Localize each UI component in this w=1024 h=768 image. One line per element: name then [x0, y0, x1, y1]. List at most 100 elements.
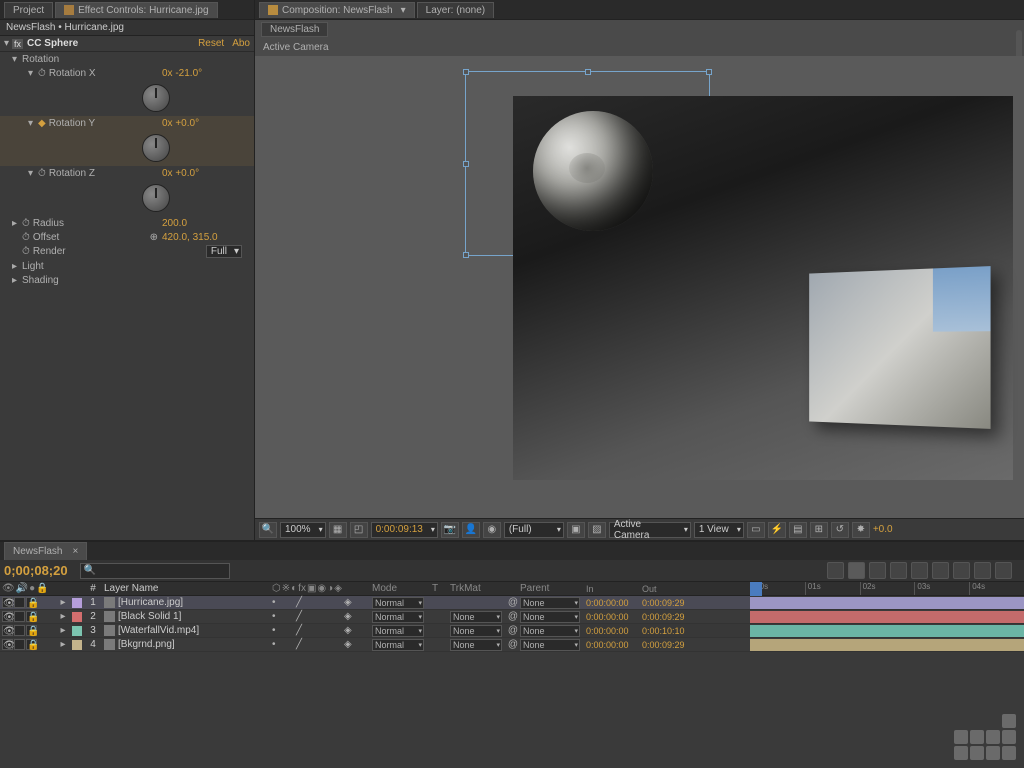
out-time[interactable]: 0:00:09:29 — [642, 598, 698, 608]
project-tab[interactable]: Project — [4, 2, 53, 18]
stopwatch-icon[interactable]: ⏱ — [22, 232, 30, 243]
camera-dropdown[interactable]: Active Camera — [609, 522, 691, 538]
lock-icon[interactable]: 🔒 — [36, 583, 48, 594]
trkmat-header[interactable]: TrkMat — [450, 583, 506, 594]
trkmat-dropdown[interactable]: None — [450, 639, 502, 651]
chevron-right-icon[interactable]: ▸ — [12, 218, 22, 229]
layer-color-swatch[interactable] — [72, 598, 82, 608]
solo-toggle[interactable] — [14, 611, 25, 622]
visibility-toggle[interactable]: 👁 — [2, 625, 13, 636]
lock-toggle[interactable]: 🔒 — [26, 597, 37, 608]
blend-mode-dropdown[interactable]: Normal — [372, 611, 424, 623]
composition-tab[interactable]: Composition: NewsFlash▾ — [259, 2, 415, 18]
pickwhip-icon[interactable]: @ — [506, 597, 520, 608]
graph-editor-icon[interactable] — [974, 562, 991, 579]
eye-icon[interactable]: 👁 — [2, 583, 15, 594]
layer-row[interactable]: 👁🔒▸4[Bkgrnd.png]•╱◈NormalNone@None0:00:0… — [0, 638, 750, 652]
in-time[interactable]: 0:00:00:00 — [586, 626, 642, 636]
resize-handle[interactable] — [463, 252, 469, 258]
disclosure-icon[interactable]: ▾ — [4, 38, 9, 49]
solo-toggle[interactable] — [14, 639, 25, 650]
layer-name-label[interactable]: [Bkgrnd.png] — [118, 639, 175, 650]
layer-row[interactable]: 👁🔒▸3[WaterfallVid.mp4]•╱◈NormalNone@None… — [0, 624, 750, 638]
blend-mode-dropdown[interactable]: Normal — [372, 625, 424, 637]
layer-tab[interactable]: Layer: (none) — [417, 2, 494, 18]
comp-mini-flowchart-icon[interactable] — [827, 562, 844, 579]
layer-color-swatch[interactable] — [72, 626, 82, 636]
effect-header[interactable]: ▾ fx CC Sphere Reset Abo — [0, 36, 254, 52]
layer-name-label[interactable]: [Black Solid 1] — [118, 611, 181, 622]
search-input[interactable]: 🔍 — [80, 563, 230, 579]
rotation-z-value[interactable]: 0x +0.0° — [162, 168, 242, 179]
fast-preview-icon[interactable]: ⚡ — [768, 522, 786, 538]
in-header[interactable]: In — [586, 584, 642, 594]
snapshot-icon[interactable]: 📷 — [441, 522, 459, 538]
visibility-toggle[interactable]: 👁 — [2, 597, 13, 608]
zoom-dropdown[interactable]: 100% — [280, 522, 326, 538]
reset-button[interactable]: Reset — [198, 38, 224, 49]
solo-icon[interactable]: ● — [29, 583, 35, 594]
chevron-down-icon[interactable]: ▾ — [28, 168, 38, 179]
waterfall-layer[interactable] — [809, 266, 990, 429]
in-time[interactable]: 0:00:00:00 — [586, 640, 642, 650]
hide-shy-icon[interactable] — [869, 562, 886, 579]
dropdown-icon[interactable]: ▾ — [401, 5, 406, 16]
fx-badge-icon[interactable]: fx — [12, 39, 23, 49]
layer-bar[interactable] — [750, 597, 1024, 609]
stopwatch-icon[interactable]: ⏱ — [38, 168, 46, 179]
track-row[interactable] — [750, 596, 1024, 610]
rotation-group[interactable]: ▾Rotation — [0, 52, 254, 66]
blend-mode-dropdown[interactable]: Normal — [372, 639, 424, 651]
offset-value[interactable]: 420.0, 315.0 — [162, 232, 242, 243]
visibility-toggle[interactable]: 👁 — [2, 639, 13, 650]
layer-bar[interactable] — [750, 625, 1024, 637]
radius-value[interactable]: 200.0 — [162, 218, 242, 229]
exposure-icon[interactable]: ✸ — [852, 522, 870, 538]
solo-toggle[interactable] — [14, 625, 25, 636]
timeline-tab[interactable]: NewsFlash× — [4, 542, 87, 560]
expand-layer[interactable]: ▸ — [56, 597, 70, 608]
parent-dropdown[interactable]: None — [520, 597, 580, 609]
motion-blur-icon[interactable] — [911, 562, 928, 579]
parent-dropdown[interactable]: None — [520, 625, 580, 637]
resize-handle[interactable] — [585, 69, 591, 75]
solo-toggle[interactable] — [14, 597, 25, 608]
timeline-icon[interactable]: ▤ — [789, 522, 807, 538]
resize-handle[interactable] — [706, 69, 712, 75]
chevron-right-icon[interactable]: ▸ — [12, 261, 22, 272]
resolution-dropdown[interactable]: (Full) — [504, 522, 564, 538]
layer-color-swatch[interactable] — [72, 640, 82, 650]
roi-icon[interactable]: ▣ — [567, 522, 585, 538]
stopwatch-icon[interactable]: ⏱ — [22, 246, 30, 257]
expand-layer[interactable]: ▸ — [56, 611, 70, 622]
blend-mode-dropdown[interactable]: Normal — [372, 597, 424, 609]
comp-sub-tab[interactable]: NewsFlash — [261, 22, 328, 37]
layer-bar[interactable] — [750, 611, 1024, 623]
shading-group[interactable]: ▸Shading — [0, 273, 254, 287]
rotation-x-value[interactable]: 0x -21.0° — [162, 68, 242, 79]
out-time[interactable]: 0:00:09:29 — [642, 640, 698, 650]
parent-dropdown[interactable]: None — [520, 611, 580, 623]
layer-color-swatch[interactable] — [72, 612, 82, 622]
track-row[interactable] — [750, 610, 1024, 624]
audio-icon[interactable]: 🔊 — [16, 583, 28, 594]
mode-header[interactable]: Mode — [372, 583, 432, 594]
expand-layer[interactable]: ▸ — [56, 625, 70, 636]
mask-icon[interactable]: ◰ — [350, 522, 368, 538]
rotation-y-value[interactable]: 0x +0.0° — [162, 118, 242, 129]
layer-switches[interactable]: •╱◈ — [272, 611, 372, 622]
layer-row[interactable]: 👁🔒▸1[Hurricane.jpg]•╱◈Normal@None0:00:00… — [0, 596, 750, 610]
grid-icon[interactable]: ▦ — [329, 522, 347, 538]
frame-blend-icon[interactable] — [890, 562, 907, 579]
trkmat-dropdown[interactable]: None — [450, 625, 502, 637]
reset-exposure-icon[interactable]: ↺ — [831, 522, 849, 538]
layer-name-header[interactable]: Layer Name — [102, 583, 272, 594]
resize-handle[interactable] — [463, 69, 469, 75]
pickwhip-icon[interactable]: @ — [506, 625, 520, 636]
rotation-y-dial[interactable] — [142, 134, 170, 162]
in-time[interactable]: 0:00:00:00 — [586, 598, 642, 608]
transparency-icon[interactable]: ▨ — [588, 522, 606, 538]
pickwhip-icon[interactable]: @ — [506, 639, 520, 650]
rotation-z-dial[interactable] — [142, 184, 170, 212]
live-update-icon[interactable] — [995, 562, 1012, 579]
